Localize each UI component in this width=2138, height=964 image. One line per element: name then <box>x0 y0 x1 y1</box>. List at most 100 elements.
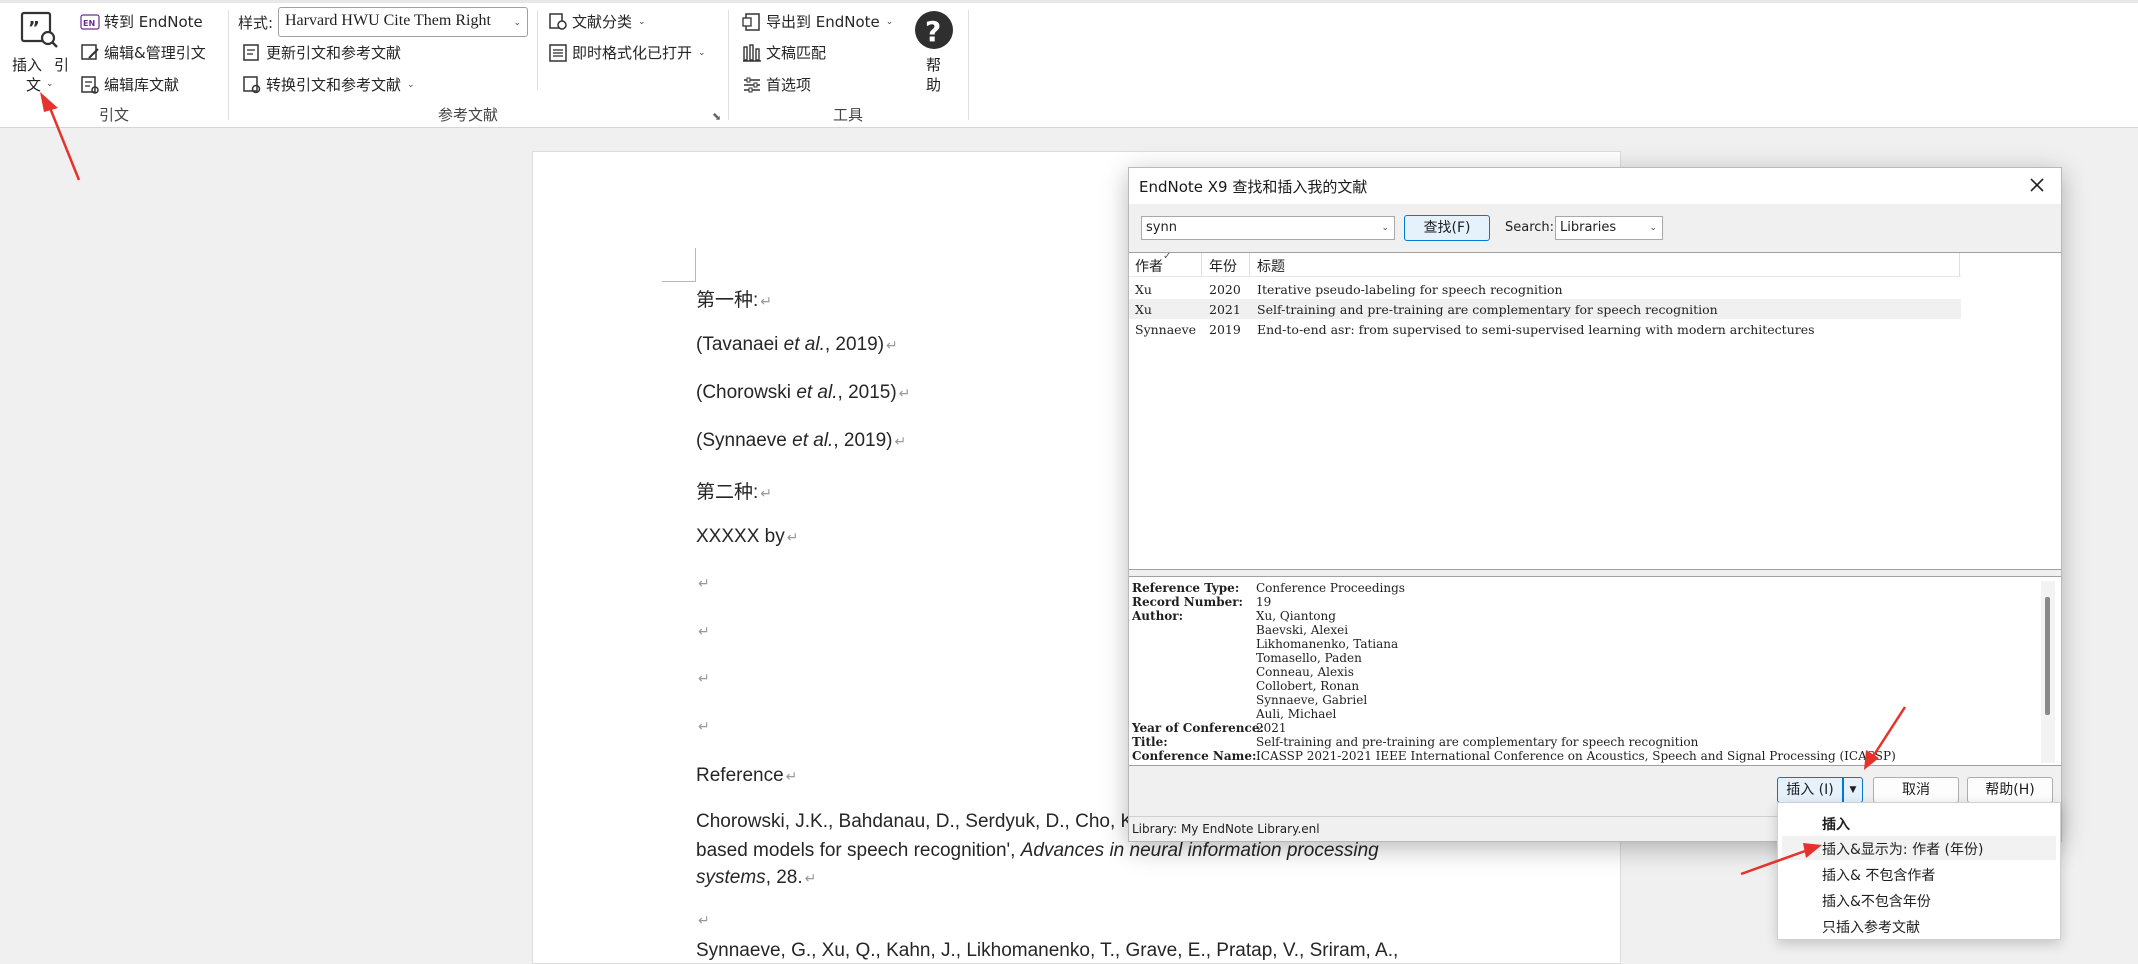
group-separator <box>228 10 229 120</box>
menu-item-insert-exclude-year[interactable]: 插入&不包含年份 <box>1782 888 2056 912</box>
insert-citation-icon: ” <box>20 10 60 50</box>
preview-value: Conference Proceedings <box>1256 581 1405 595</box>
dialog-title: EndNote X9 查找和插入我的文献 <box>1139 178 1368 196</box>
chevron-down-icon[interactable]: ⌄ <box>1381 223 1389 233</box>
instant-formatting-label: 即时格式化已打开 <box>572 44 693 62</box>
convert-citations-button[interactable]: 转换引文和参考文献 ⌄ <box>242 74 415 95</box>
export-to-endnote-button[interactable]: 导出到 EndNote ⌄ <box>742 11 893 32</box>
preview-value: Collobert, Ronan <box>1256 679 1360 693</box>
search-scope-value: Libraries <box>1560 220 1617 235</box>
chevron-down-icon: ⌄ <box>1649 223 1657 233</box>
doc-line[interactable]: 第一种: ↵ <box>696 285 772 312</box>
update-citations-button[interactable]: 更新引文和参考文献 <box>242 42 401 63</box>
doc-line-text: (Synnaeve <box>696 430 793 451</box>
paragraph-mark-icon: ↵ <box>785 768 798 784</box>
column-header-year[interactable]: 年份 <box>1209 256 1237 276</box>
doc-line[interactable]: based models for speech recognition', Ad… <box>696 840 1379 862</box>
find-button[interactable]: 查找(F) <box>1404 215 1490 241</box>
menu-item-insert[interactable]: 插入 <box>1782 811 2056 835</box>
caret-down-icon: ▼ <box>1849 785 1857 795</box>
insert-citation-label-1b: 引 <box>54 56 70 74</box>
close-icon[interactable] <box>2025 173 2049 197</box>
insert-options-dropdown[interactable]: ▼ <box>1843 777 1863 803</box>
doc-line[interactable]: ↵ <box>696 667 710 689</box>
margin-corner-mark <box>662 248 696 282</box>
edit-citations-icon <box>80 43 100 63</box>
reference-preview[interactable]: Reference Type: Conference Proceedings Re… <box>1129 576 2061 766</box>
doc-line[interactable]: (Chorowski et al., 2015) ↵ <box>696 382 910 404</box>
edit-library-reference-button[interactable]: 编辑库文献 <box>80 74 179 95</box>
doc-line[interactable]: ↵ <box>696 909 710 931</box>
doc-line[interactable]: Synnaeve, G., Xu, Q., Kahn, J., Likhoman… <box>696 940 1398 962</box>
doc-line[interactable]: (Synnaeve et al., 2019) ↵ <box>696 430 906 452</box>
doc-line-text: (Chorowski <box>696 382 797 403</box>
menu-item-insert-bibliography-only[interactable]: 只插入参考文献 <box>1782 914 2056 938</box>
style-label: 样式: <box>238 14 274 32</box>
doc-line[interactable]: Reference ↵ <box>696 765 797 787</box>
preview-value: ICASSP 2021-2021 IEEE International Conf… <box>1256 749 1896 763</box>
doc-line[interactable]: ↵ <box>696 572 710 594</box>
preview-scrollbar[interactable] <box>2041 581 2055 763</box>
column-separator[interactable] <box>1249 253 1250 277</box>
preview-key: Reference Type: <box>1132 581 1240 595</box>
style-select-value: Harvard HWU Cite Them Right <box>285 12 491 29</box>
results-table[interactable]: 作者 ✓ 年份 标题 Xu 2020 Iterative pseudo-labe… <box>1129 251 2061 570</box>
search-scope-select[interactable]: Libraries ⌄ <box>1555 216 1663 240</box>
help-dialog-button[interactable]: 帮助(H) <box>1967 777 2053 803</box>
doc-line[interactable]: (Tavanaei et al., 2019) ↵ <box>696 334 898 356</box>
manuscript-matcher-label: 文稿匹配 <box>766 44 827 62</box>
instant-formatting-button[interactable]: 即时格式化已打开 ⌄ <box>548 42 706 63</box>
table-row[interactable]: Xu 2020 Iterative pseudo-labeling for sp… <box>1129 279 1961 299</box>
bibliography-group-label: 参考文献 <box>437 106 498 124</box>
doc-line-text: Synnaeve, G., Xu, Q., Kahn, J., Likhoman… <box>696 940 1399 961</box>
preview-value: Likhomanenko, Tatiana <box>1256 637 1399 651</box>
doc-line[interactable]: XXXXX by ↵ <box>696 526 798 548</box>
column-separator[interactable] <box>1201 253 1202 277</box>
group-separator <box>537 10 538 90</box>
dialog-launcher-icon[interactable]: ⬊ <box>712 110 721 123</box>
preferences-button[interactable]: 首选项 <box>742 74 811 95</box>
preview-value: 19 <box>1256 595 1272 609</box>
doc-line[interactable]: ↵ <box>696 620 710 642</box>
cancel-button[interactable]: 取消 <box>1873 777 1959 803</box>
categorize-references-button[interactable]: 文献分类 ⌄ <box>548 11 646 32</box>
go-to-endnote-label: 转到 EndNote <box>104 13 203 31</box>
paragraph-mark-icon: ↵ <box>698 575 710 591</box>
manuscript-matcher-button[interactable]: 文稿匹配 <box>742 42 826 63</box>
style-select[interactable]: Harvard HWU Cite Them Right ⌄ <box>278 7 528 37</box>
categorize-references-label: 文献分类 <box>572 13 633 31</box>
go-to-endnote-button[interactable]: EN 转到 EndNote <box>80 11 203 32</box>
column-header-title[interactable]: 标题 <box>1257 256 1285 276</box>
column-header-author[interactable]: 作者 <box>1135 256 1163 276</box>
insert-citation-button[interactable]: ” 插入 引 文 ⌄ <box>10 8 72 94</box>
svg-text:?: ? <box>925 15 941 48</box>
citations-group-label: 引文 <box>98 106 129 124</box>
help-label-1: 帮 <box>926 56 942 74</box>
doc-line[interactable]: ↵ <box>696 715 710 737</box>
preview-value: Tomasello, Paden <box>1256 651 1362 665</box>
chevron-down-icon: ⌄ <box>885 16 894 27</box>
doc-line[interactable]: 第二种: ↵ <box>696 477 772 504</box>
convert-citations-label: 转换引文和参考文献 <box>266 76 402 94</box>
menu-item-insert-display-author-year[interactable]: 插入&显示为: 作者 (年份) <box>1782 836 2056 860</box>
menu-item-insert-exclude-author[interactable]: 插入& 不包含作者 <box>1782 862 2056 886</box>
preferences-label: 首选项 <box>766 76 812 94</box>
doc-line[interactable]: Chorowski, J.K., Bahdanau, D., Serdyuk, … <box>696 811 1138 833</box>
help-button[interactable]: ? 帮 助 <box>910 10 958 94</box>
dialog-titlebar[interactable]: EndNote X9 查找和插入我的文献 <box>1129 168 2061 204</box>
scrollbar-thumb[interactable] <box>2045 597 2050 715</box>
doc-line-italic: et al. <box>783 334 825 355</box>
edit-manage-citations-button[interactable]: 编辑&管理引文 <box>80 42 206 63</box>
preview-key: Title: <box>1132 735 1168 749</box>
doc-line[interactable]: systems, 28. ↵ <box>696 867 816 889</box>
insert-button[interactable]: 插入 (I) <box>1777 777 1843 803</box>
column-separator[interactable] <box>1959 253 1960 277</box>
cell-title: Self-training and pre-training are compl… <box>1257 302 1718 317</box>
doc-line-italic: et al. <box>796 382 838 403</box>
table-row-selected[interactable]: Xu 2021 Self-training and pre-training a… <box>1129 299 1961 319</box>
chevron-down-icon: ⌄ <box>46 79 54 89</box>
insert-citation-label-1: 插入 <box>12 56 43 74</box>
cell-year: 2020 <box>1209 282 1241 297</box>
search-input[interactable]: synn ⌄ <box>1141 216 1395 240</box>
table-row[interactable]: Synnaeve 2019 End-to-end asr: from super… <box>1129 319 1961 339</box>
